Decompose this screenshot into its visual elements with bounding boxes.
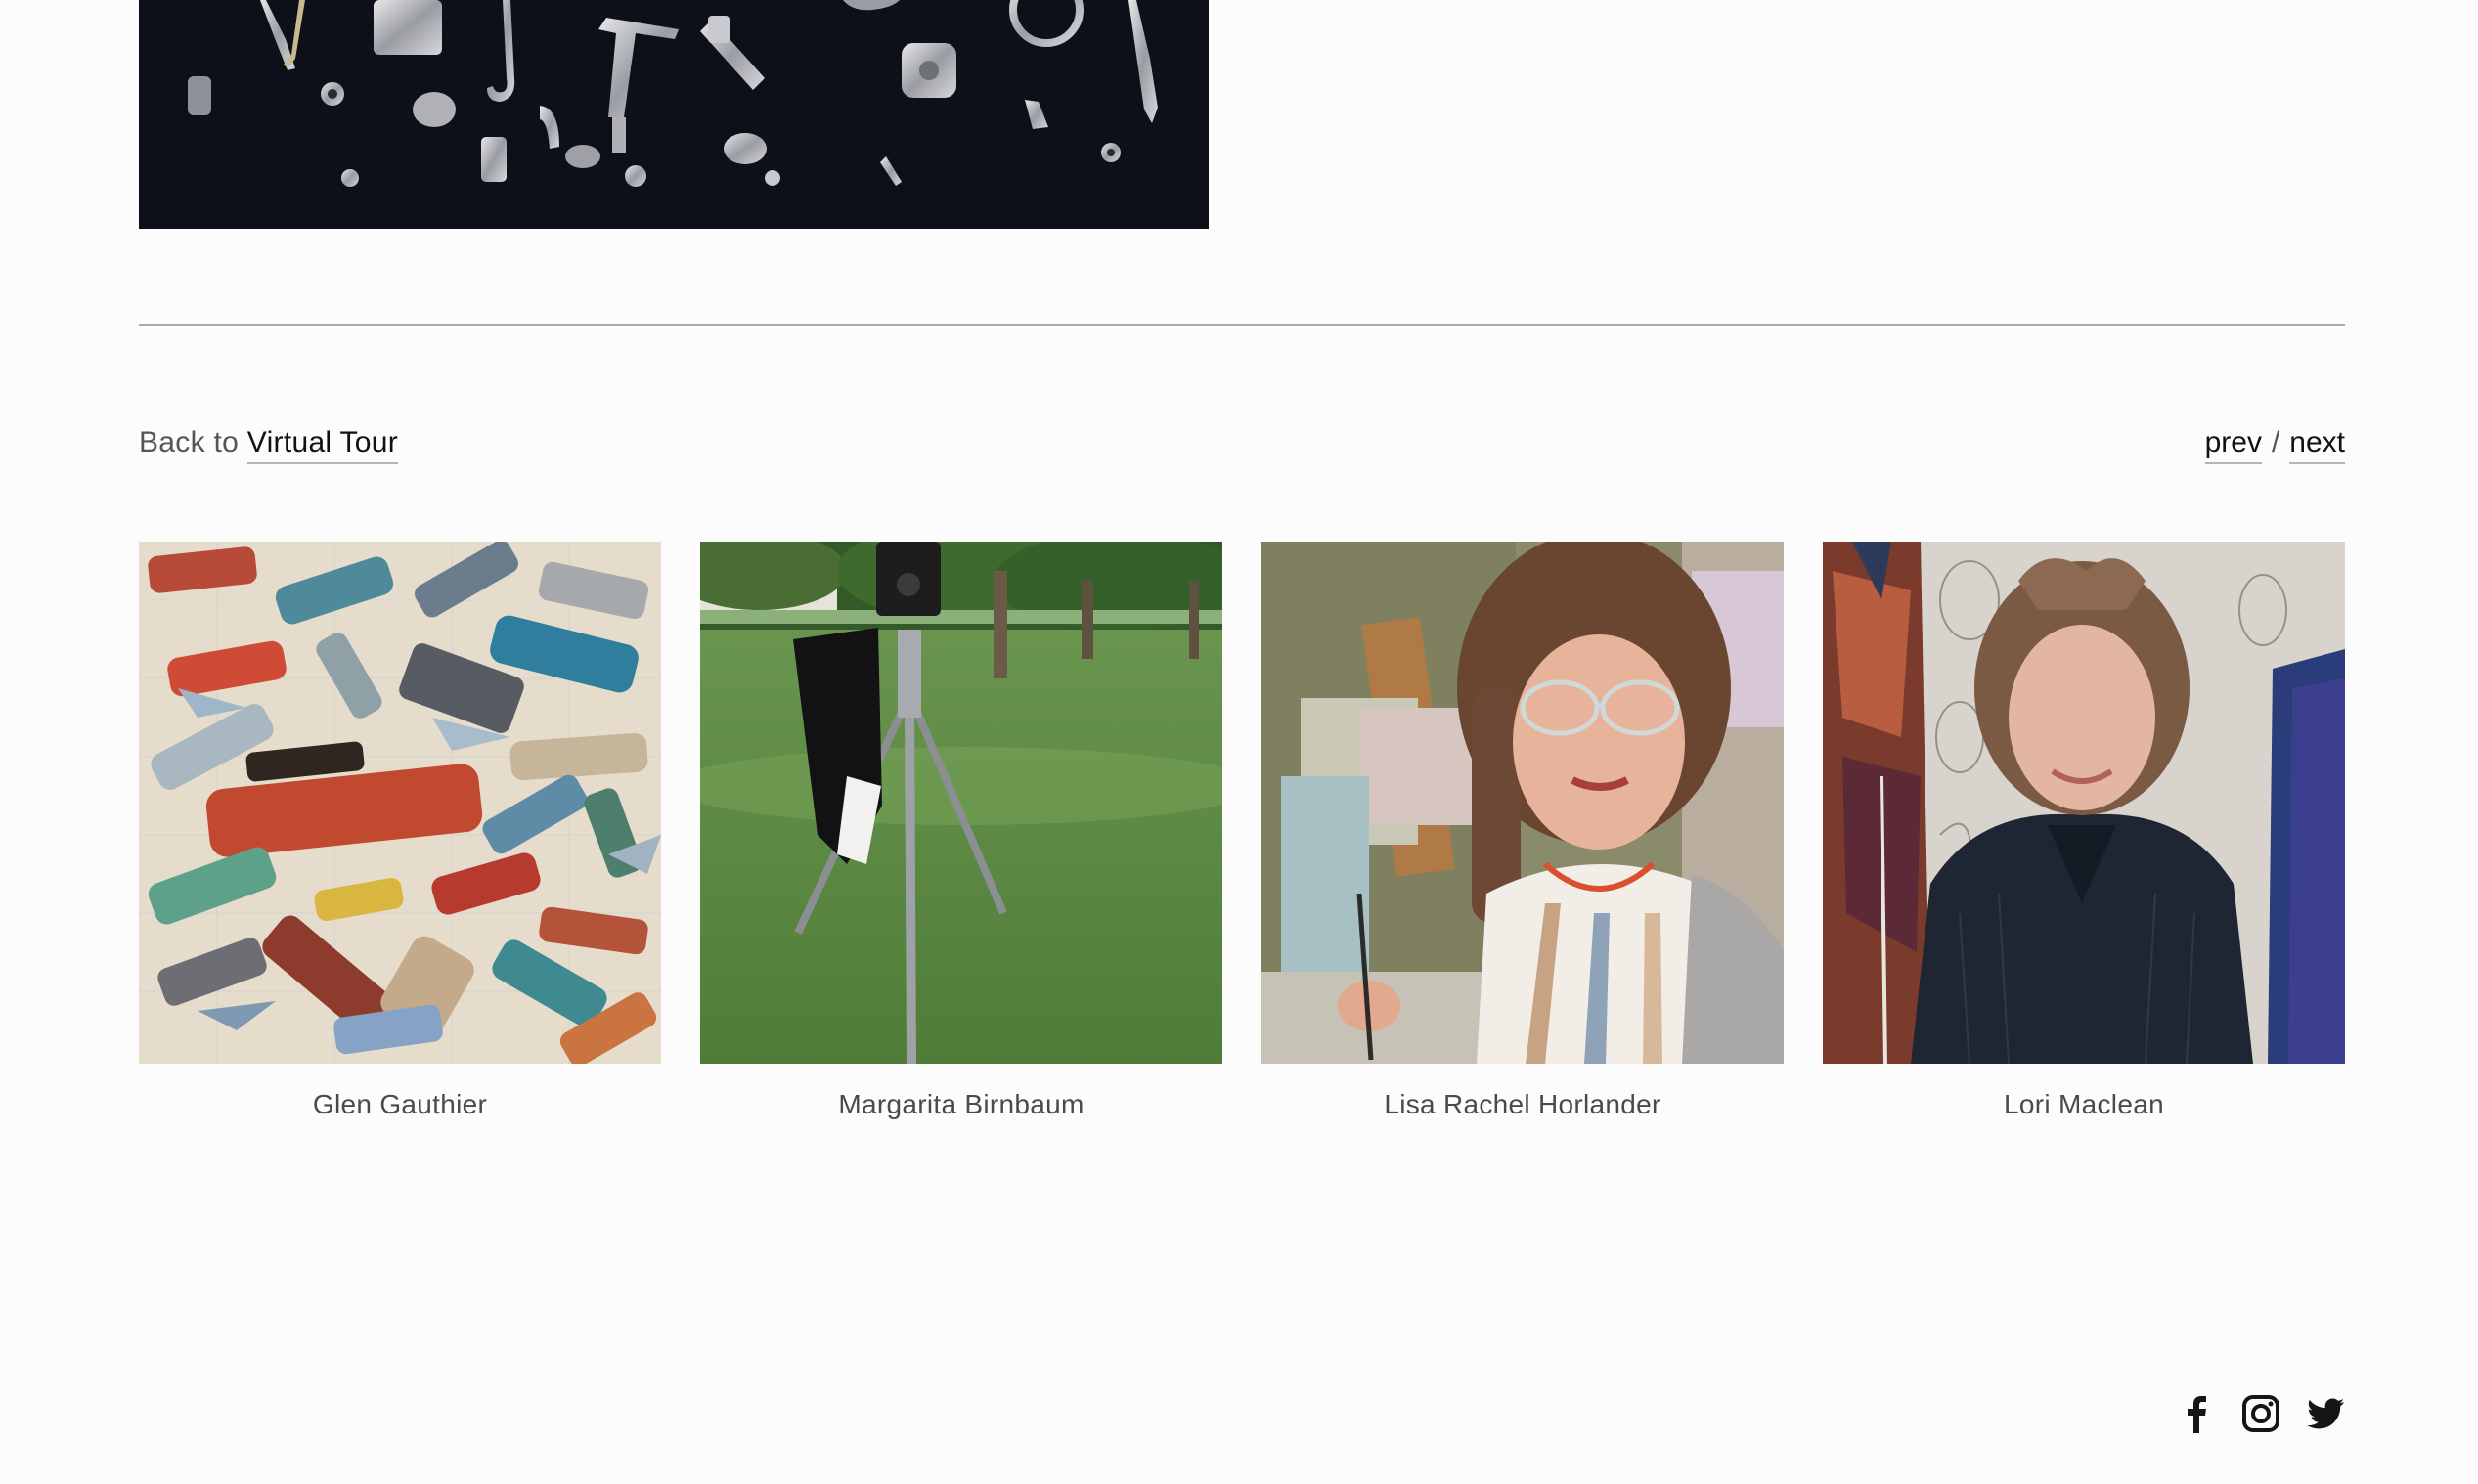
prev-next-separator: / [2271, 426, 2280, 458]
artist-card-glen-gauthier[interactable]: Glen Gauthier [139, 542, 661, 1120]
artist-portrait-image[interactable] [1823, 542, 2345, 1064]
back-navigation: Back to Virtual Tour [139, 426, 399, 464]
camera-tripod-image[interactable] [700, 542, 1222, 1064]
next-link[interactable]: next [2289, 426, 2345, 464]
social-links [2177, 1394, 2345, 1433]
instagram-icon[interactable] [2241, 1394, 2280, 1433]
featured-artwork-image [139, 0, 1209, 229]
page: Back to Virtual Tour prev / next Glen Ga… [0, 0, 2478, 1484]
prev-link[interactable]: prev [2204, 426, 2262, 464]
car-collage-image[interactable] [139, 542, 661, 1064]
artist-name[interactable]: Lori Maclean [2004, 1089, 2164, 1120]
section-divider [139, 324, 2345, 326]
artist-card-lisa-rachel-horlander[interactable]: Lisa Rachel Horlander [1261, 542, 1784, 1120]
twitter-icon[interactable] [2306, 1394, 2345, 1433]
artist-name[interactable]: Glen Gauthier [313, 1089, 487, 1120]
facebook-icon[interactable] [2177, 1394, 2216, 1433]
prev-next-navigation: prev / next [2204, 426, 2345, 464]
artist-name[interactable]: Lisa Rachel Horlander [1384, 1089, 1660, 1120]
artist-portrait-image[interactable] [1261, 542, 1784, 1064]
artist-card-lori-maclean[interactable]: Lori Maclean [1823, 542, 2345, 1120]
artist-card-margarita-birnbaum[interactable]: Margarita Birnbaum [700, 542, 1222, 1120]
pagination-row: Back to Virtual Tour prev / next [139, 426, 2345, 475]
back-prefix: Back to [139, 426, 240, 458]
artist-grid: Glen Gauthier Margarita Birnbaum Lisa Ra… [139, 542, 2345, 1120]
artist-name[interactable]: Margarita Birnbaum [838, 1089, 1084, 1120]
virtual-tour-link[interactable]: Virtual Tour [246, 426, 399, 464]
